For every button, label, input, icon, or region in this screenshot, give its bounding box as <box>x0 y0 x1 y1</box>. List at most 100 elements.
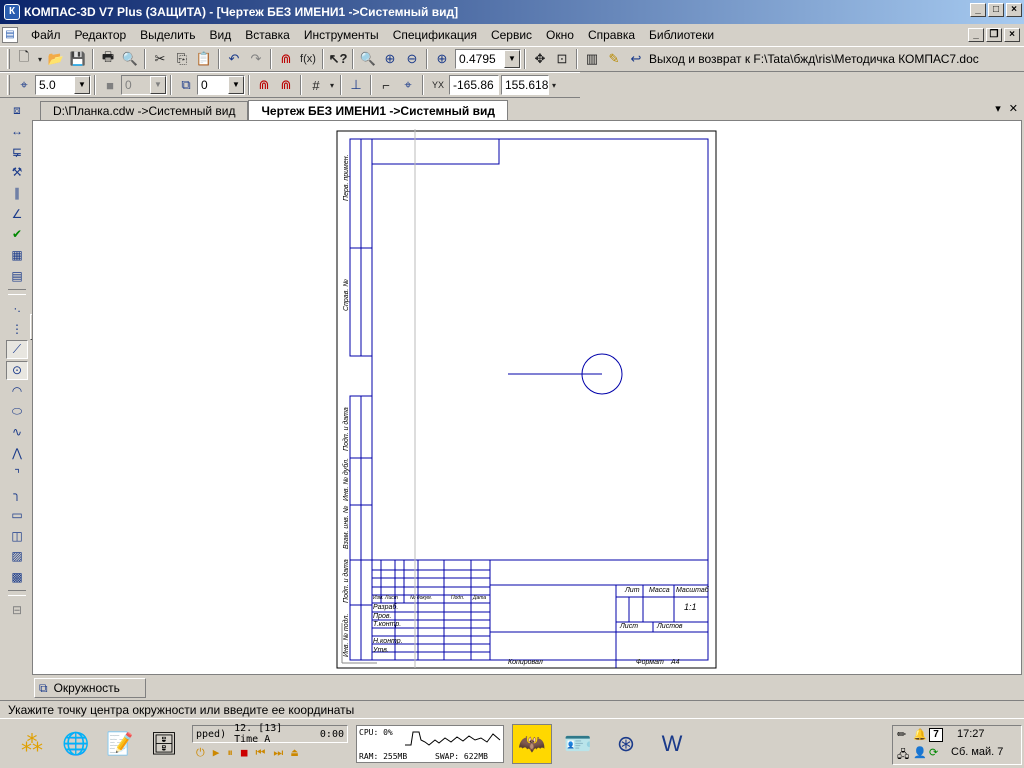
paste-icon[interactable]: 📋 <box>193 48 215 70</box>
media-next-icon[interactable]: ⏭ <box>273 746 283 760</box>
word-task-icon[interactable]: W <box>652 724 692 764</box>
new-dropdown-icon[interactable]: ▾ <box>35 48 45 70</box>
pencil-tray-icon[interactable]: ✏ <box>897 728 906 741</box>
menu-service[interactable]: Сервис <box>484 28 539 42</box>
select-panel-icon[interactable]: ✔ <box>6 225 28 244</box>
update-tray-icon[interactable]: ⟳ <box>929 746 938 759</box>
spec-panel-icon[interactable]: ▤ <box>6 266 28 285</box>
copy-icon[interactable]: ⎘ <box>171 48 193 70</box>
associative-view-icon[interactable]: ▦ <box>6 246 28 265</box>
circle-icon[interactable]: ⊙ <box>6 361 28 380</box>
tab-menu-icon[interactable]: ▾ <box>995 102 1001 115</box>
clock[interactable]: 17:27 <box>957 728 985 740</box>
bat-app-icon[interactable]: 🦇 <box>512 724 552 764</box>
zoom-fit-icon[interactable]: ⊡ <box>551 48 573 70</box>
doc-close-button[interactable]: × <box>1004 28 1020 42</box>
spline-icon[interactable]: ∿ <box>6 423 28 442</box>
snap-magnet-icon[interactable]: ⋒ <box>253 74 275 96</box>
kompas-task-icon[interactable]: ⊛ <box>606 724 646 764</box>
tab-drawing[interactable]: Чертеж БЕЗ ИМЕНИ1 ->Системный вид <box>248 100 508 120</box>
local-cs-icon[interactable]: ⊥ <box>345 74 367 96</box>
media-power-icon[interactable]: ⏻ <box>196 746 205 760</box>
variables-icon[interactable]: f(x) <box>297 48 319 70</box>
snap-settings-icon[interactable]: ⋒ <box>275 74 297 96</box>
drawing-canvas[interactable]: Перв. примен. Справ. № Подп. и дата Инв.… <box>32 120 1022 675</box>
media-prev-icon[interactable]: ⏮ <box>255 746 265 760</box>
document-icon[interactable]: ▤ <box>2 27 18 43</box>
ellipse-icon[interactable]: ⬭ <box>6 402 28 421</box>
layer-combo[interactable]: 0 ▼ <box>197 75 245 95</box>
coord-x-field[interactable]: -165.86 <box>449 75 499 95</box>
chevron-down-icon[interactable]: ▼ <box>228 76 244 94</box>
geometry-panel-icon[interactable]: ⧈ <box>6 101 28 120</box>
menu-tools[interactable]: Инструменты <box>297 28 386 42</box>
zoom-scale-icon[interactable]: ⊕ <box>431 48 453 70</box>
zoom-out-icon[interactable]: ⊖ <box>401 48 423 70</box>
maximize-button[interactable]: □ <box>988 3 1004 17</box>
cut-icon[interactable]: ✂ <box>149 48 171 70</box>
file-manager-icon[interactable]: 🗄 <box>144 724 184 764</box>
doc-minimize-button[interactable]: _ <box>968 28 984 42</box>
tab-close-icon[interactable]: ✕ <box>1009 102 1018 115</box>
print-preview-icon[interactable]: 🔍 <box>119 48 141 70</box>
zoom-in-icon[interactable]: ⊕ <box>379 48 401 70</box>
tab-planka[interactable]: D:\Планка.cdw ->Системный вид <box>40 101 249 120</box>
layers-icon[interactable]: ⧉ <box>175 74 197 96</box>
menu-view[interactable]: Вид <box>203 28 239 42</box>
menu-select[interactable]: Выделить <box>133 28 202 42</box>
bell-tray-icon[interactable]: 🔔 <box>913 728 927 741</box>
id-card-icon[interactable]: 🪪 <box>558 724 598 764</box>
segment-icon[interactable]: ⟋ <box>6 340 28 360</box>
menu-specification[interactable]: Спецификация <box>386 28 484 42</box>
step-combo[interactable]: 5.0 ▼ <box>35 75 91 95</box>
new-document-icon[interactable]: 🗋 <box>13 48 35 70</box>
manager-icon[interactable]: ▥ <box>581 48 603 70</box>
media-pause-icon[interactable]: ⏸ <box>227 746 233 760</box>
context-help-icon[interactable]: ↖? <box>327 48 349 70</box>
internet-explorer-icon[interactable]: 🌐 <box>56 724 96 764</box>
dimensions-panel-icon[interactable]: ↔ <box>6 122 28 141</box>
magnet-icon[interactable]: ⋒ <box>275 48 297 70</box>
rectangle-icon[interactable]: ▭ <box>6 506 28 525</box>
print-icon[interactable]: 🖶 <box>97 48 119 70</box>
calendar-day[interactable]: 7 <box>929 728 943 742</box>
chevron-down-icon[interactable]: ▼ <box>74 76 90 94</box>
media-eject-icon[interactable]: ⏏ <box>291 746 298 760</box>
drawing-sheet[interactable] <box>33 121 1023 676</box>
cursor-step-icon[interactable]: ⌖ <box>13 74 35 96</box>
menu-edit[interactable]: Редактор <box>68 28 134 42</box>
auxiliary-line-icon[interactable]: ⋮ <box>6 320 28 339</box>
zoom-combo[interactable]: 0.4795 ▼ <box>455 49 521 69</box>
polyline-icon[interactable]: ⋀ <box>6 444 28 463</box>
collect-contour-icon[interactable]: ⊟ <box>6 600 28 619</box>
undo-icon[interactable]: ↶ <box>223 48 245 70</box>
ortho-icon[interactable]: ⌐ <box>375 74 397 96</box>
grid-icon[interactable]: # <box>305 74 327 96</box>
contour-icon[interactable]: ◫ <box>6 526 28 545</box>
arc-icon[interactable]: ◠ <box>6 382 28 401</box>
chevron-down-icon[interactable]: ▼ <box>504 50 520 68</box>
designations-panel-icon[interactable]: ⋤ <box>6 142 28 161</box>
minimize-button[interactable]: _ <box>970 3 986 17</box>
coord-y-field[interactable]: 155.618 <box>501 75 549 95</box>
measure-panel-icon[interactable]: ∠ <box>6 204 28 223</box>
notepad-icon[interactable]: 📝 <box>100 724 140 764</box>
menu-insert[interactable]: Вставка <box>238 28 297 42</box>
cursor-coords-icon[interactable]: ⌖ <box>397 74 419 96</box>
open-icon[interactable]: 📂 <box>45 48 67 70</box>
chamfer-icon[interactable]: ⌝ <box>6 464 28 483</box>
edit-properties-icon[interactable]: ✎ <box>603 48 625 70</box>
fillet-icon[interactable]: ╮ <box>6 485 28 504</box>
date[interactable]: Сб. май. 7 <box>951 746 1003 758</box>
menu-file[interactable]: Файл <box>24 28 68 42</box>
redo-icon[interactable]: ↷ <box>245 48 267 70</box>
start-menu-icon[interactable]: ⁂ <box>12 724 52 764</box>
hatch-icon[interactable]: ▨ <box>6 547 28 566</box>
return-icon[interactable]: ↩ <box>625 48 647 70</box>
menu-libraries[interactable]: Библиотеки <box>642 28 721 42</box>
point-icon[interactable]: ·. <box>6 299 28 318</box>
object-panel-tab[interactable]: ⧉ Окружность <box>34 678 146 698</box>
pan-icon[interactable]: ✥ <box>529 48 551 70</box>
media-play-icon[interactable]: ▶ <box>213 746 220 760</box>
parametrization-panel-icon[interactable]: ∥ <box>6 184 28 203</box>
